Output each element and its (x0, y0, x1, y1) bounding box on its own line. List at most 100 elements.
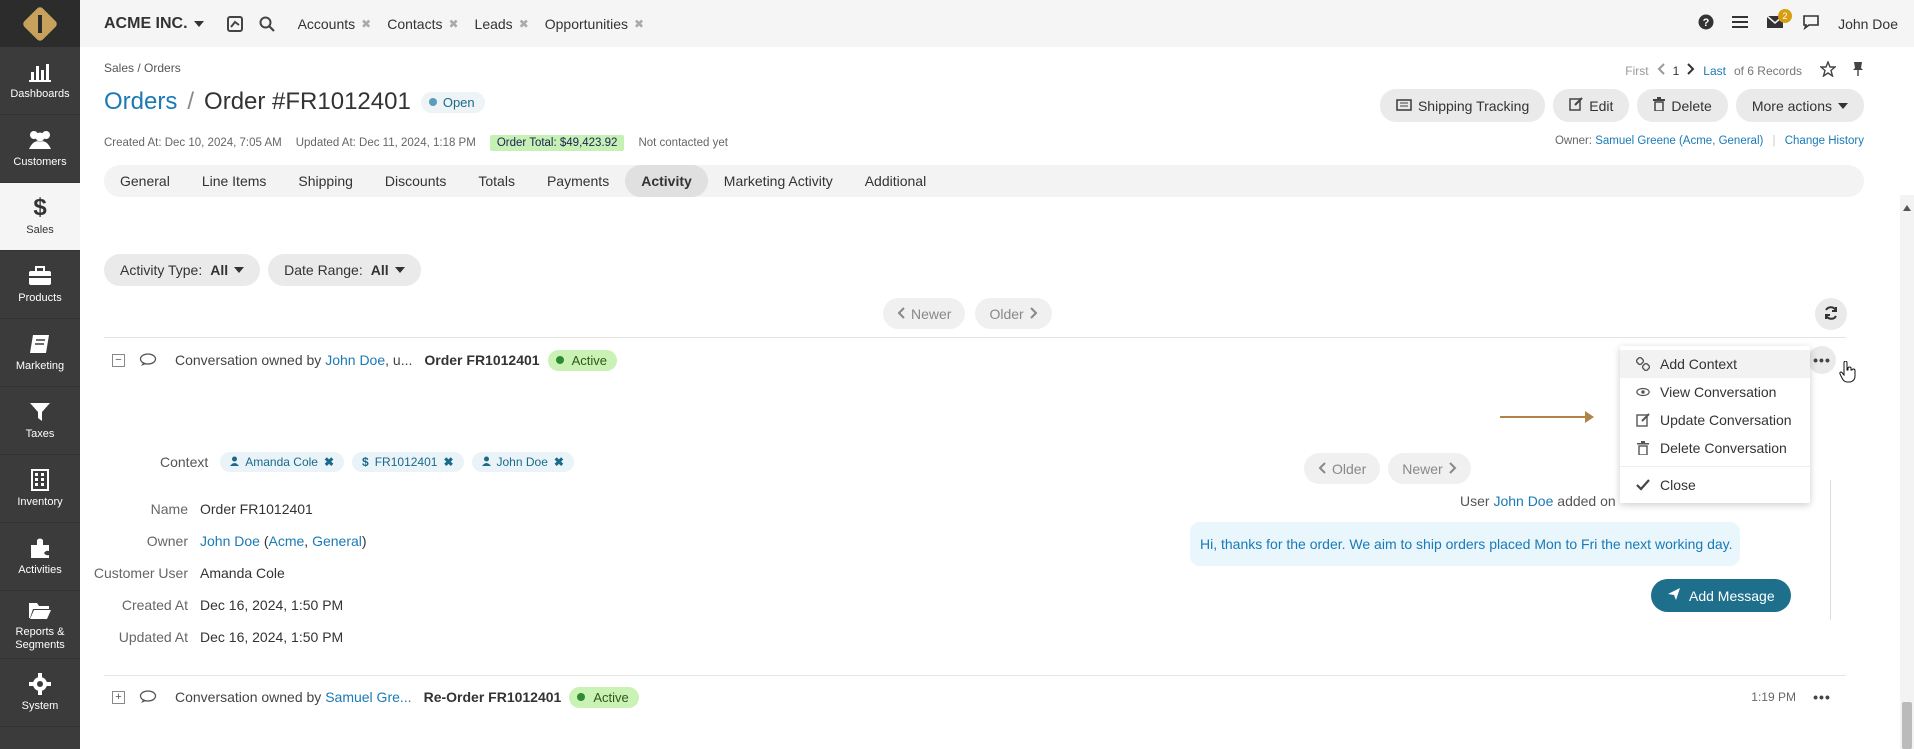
context-tag[interactable]: John Doe ✖ (471, 452, 574, 472)
delete-conversation-menu-item[interactable]: Delete Conversation (1620, 434, 1810, 462)
close-icon[interactable]: ✖ (634, 17, 644, 31)
tab-payments[interactable]: Payments (531, 165, 625, 197)
user-menu[interactable]: John Doe (1838, 16, 1898, 32)
owner-suffix: , u... (385, 352, 413, 368)
owner-link[interactable]: John Doe (325, 352, 385, 368)
tab-totals[interactable]: Totals (462, 165, 531, 197)
conversation-subject[interactable]: Order FR1012401 (424, 352, 539, 368)
star-icon[interactable] (1819, 60, 1837, 80)
tab-shipping[interactable]: Shipping (282, 165, 369, 197)
older-messages-button[interactable]: Older (1304, 453, 1381, 484)
owner-link[interactable]: Samuel Gre... (325, 689, 411, 705)
shipping-tracking-button[interactable]: Shipping Tracking (1379, 89, 1546, 122)
pinned-tab-contacts[interactable]: Contacts ✖ (387, 16, 458, 32)
sidebar-item-dashboards[interactable]: Dashboards (0, 47, 80, 115)
author-link[interactable]: John Doe (1493, 493, 1553, 509)
sidebar-item-products[interactable]: Products (0, 251, 80, 319)
more-options-button[interactable]: ••• (1808, 685, 1836, 709)
dollar-icon: $ (362, 455, 369, 469)
close-menu-item[interactable]: Close (1620, 471, 1810, 499)
sidebar-item-taxes[interactable]: Taxes (0, 387, 80, 455)
owner-org-comma: , (304, 533, 313, 549)
sidebar-item-customers[interactable]: Customers (0, 115, 80, 183)
chevron-left-icon (897, 306, 905, 322)
add-context-menu-item[interactable]: Add Context (1620, 350, 1810, 378)
tab-discounts[interactable]: Discounts (369, 165, 462, 197)
scrollbar-thumb[interactable] (1902, 702, 1912, 749)
scroll-up-icon[interactable] (1903, 205, 1911, 211)
close-icon[interactable]: ✖ (554, 455, 564, 469)
tab-general[interactable]: General (104, 165, 186, 197)
search-icon[interactable] (258, 15, 276, 33)
menu-icon[interactable] (1732, 15, 1749, 32)
owner-link[interactable]: Samuel Greene (1595, 135, 1676, 147)
chevron-left-icon[interactable] (1657, 63, 1665, 78)
detail-row-created: Created At Dec 16, 2024, 1:50 PM (122, 589, 367, 621)
sidebar-item-marketing[interactable]: Marketing (0, 319, 80, 387)
sidebar-item-system[interactable]: System (0, 659, 80, 727)
app-logo[interactable] (0, 0, 80, 47)
conversation-subject[interactable]: Re-Order FR1012401 (424, 689, 562, 705)
edit-button[interactable]: Edit (1553, 89, 1630, 122)
tab-additional[interactable]: Additional (849, 165, 943, 197)
context-tag[interactable]: $ FR1012401 ✖ (352, 452, 464, 472)
edit-icon (1636, 413, 1650, 427)
close-icon[interactable]: ✖ (519, 17, 529, 31)
chat-icon[interactable] (1802, 14, 1820, 33)
close-icon[interactable]: ✖ (361, 17, 371, 31)
tab-marketing-activity[interactable]: Marketing Activity (708, 165, 849, 197)
customer-link[interactable]: Amanda Cole (200, 565, 285, 581)
tab-activity[interactable]: Activity (625, 165, 708, 197)
message-pager: Older Newer (1304, 453, 1471, 484)
chevron-right-icon (1029, 306, 1038, 322)
context-tag[interactable]: Amanda Cole ✖ (220, 452, 345, 472)
date-range-filter[interactable]: Date Range: All (268, 254, 421, 286)
detail-row-owner: Owner John Doe (Acme, General) (147, 525, 367, 557)
pinned-tab-accounts[interactable]: Accounts ✖ (298, 16, 372, 32)
close-icon[interactable]: ✖ (448, 17, 458, 31)
close-icon[interactable]: ✖ (324, 455, 334, 469)
scrollbar[interactable] (1900, 195, 1914, 749)
org-link[interactable]: General (312, 533, 362, 549)
expand-toggle[interactable]: + (112, 690, 125, 704)
activity-type-filter[interactable]: Activity Type: All (104, 254, 261, 286)
pager-first[interactable]: First (1625, 64, 1648, 78)
filter-value: All (210, 262, 229, 278)
more-actions-button[interactable]: More actions (1735, 89, 1864, 122)
pager-last[interactable]: Last (1703, 64, 1726, 78)
envelope-icon[interactable]: 2 (1766, 9, 1793, 32)
organization-switcher[interactable]: ACME INC. (104, 15, 204, 33)
owner-org[interactable]: (Acme, General) (1679, 135, 1763, 147)
org-link[interactable]: Acme (269, 533, 305, 549)
help-icon[interactable]: ? (1698, 14, 1714, 33)
newer-messages-button[interactable]: Newer (1388, 453, 1471, 484)
context-tag-label: Amanda Cole (245, 455, 318, 469)
filter-label: Date Range: (284, 262, 363, 278)
close-icon[interactable]: ✖ (443, 455, 453, 469)
menu-item-label: Close (1660, 477, 1696, 493)
pin-icon[interactable] (1852, 61, 1864, 80)
section-link[interactable]: Orders (104, 88, 177, 116)
refresh-button[interactable] (1815, 298, 1847, 330)
tab-line-items[interactable]: Line Items (186, 165, 283, 197)
sidebar-item-label: Customers (13, 156, 67, 168)
add-message-button[interactable]: Add Message (1651, 579, 1791, 612)
sidebar-item-sales[interactable]: $ Sales (0, 183, 80, 251)
history-icon[interactable] (226, 15, 244, 33)
button-label: Edit (1589, 97, 1614, 114)
status-dot-icon (555, 356, 564, 364)
delete-button[interactable]: Delete (1637, 89, 1728, 122)
collapse-toggle[interactable]: − (112, 353, 125, 367)
owner-link[interactable]: John Doe (200, 533, 260, 549)
pinned-tab-leads[interactable]: Leads ✖ (475, 16, 529, 32)
chevron-right-icon[interactable] (1687, 63, 1695, 78)
newer-button[interactable]: Newer (883, 298, 966, 329)
change-history-link[interactable]: Change History (1785, 135, 1864, 147)
older-button[interactable]: Older (975, 298, 1052, 329)
user-icon (230, 455, 240, 469)
more-options-button[interactable]: ••• (1808, 346, 1836, 374)
pinned-tab-opportunities[interactable]: Opportunities ✖ (545, 16, 644, 32)
page-title: Orders / Order #FR1012401 Open (104, 88, 485, 116)
update-conversation-menu-item[interactable]: Update Conversation (1620, 406, 1810, 434)
view-conversation-menu-item[interactable]: View Conversation (1620, 378, 1810, 406)
